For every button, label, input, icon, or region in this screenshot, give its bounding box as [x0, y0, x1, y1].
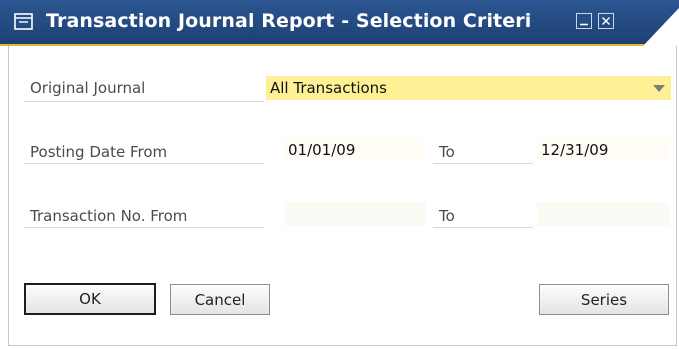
window-title: Transaction Journal Report - Selection C…: [46, 10, 532, 32]
close-icon: [602, 17, 610, 25]
transaction-no-to-input[interactable]: [537, 202, 669, 226]
posting-date-to-input[interactable]: 12/31/09: [537, 138, 669, 162]
selection-criteria-window: Transaction Journal Report - Selection C…: [0, 0, 679, 349]
original-journal-underline: [24, 101, 264, 102]
posting-date-to-value: 12/31/09: [541, 141, 609, 159]
minimize-icon: [580, 23, 588, 26]
posting-date-from-label: Posting Date From: [30, 143, 168, 161]
series-button[interactable]: Series: [539, 284, 669, 315]
title-bar[interactable]: Transaction Journal Report - Selection C…: [0, 0, 679, 46]
transaction-no-from-input[interactable]: [284, 202, 426, 226]
posting-date-to-label: To: [439, 143, 455, 161]
transaction-no-to-underline: [433, 227, 533, 228]
posting-date-from-value: 01/01/09: [288, 141, 356, 159]
posting-date-underline: [24, 163, 264, 164]
original-journal-value: All Transactions: [270, 79, 387, 97]
cancel-button[interactable]: Cancel: [170, 284, 270, 315]
form-icon: [14, 12, 34, 32]
ok-button[interactable]: OK: [24, 283, 156, 315]
original-journal-select[interactable]: All Transactions: [266, 76, 671, 100]
transaction-no-to-label: To: [439, 207, 455, 225]
original-journal-label: Original Journal: [30, 79, 146, 97]
close-button[interactable]: [598, 13, 614, 29]
chevron-down-icon[interactable]: [653, 85, 665, 92]
posting-date-from-input[interactable]: 01/01/09: [284, 138, 426, 162]
transaction-no-underline: [24, 227, 264, 228]
transaction-no-from-label: Transaction No. From: [30, 207, 188, 225]
posting-date-to-underline: [433, 163, 533, 164]
minimize-button[interactable]: [576, 13, 592, 29]
